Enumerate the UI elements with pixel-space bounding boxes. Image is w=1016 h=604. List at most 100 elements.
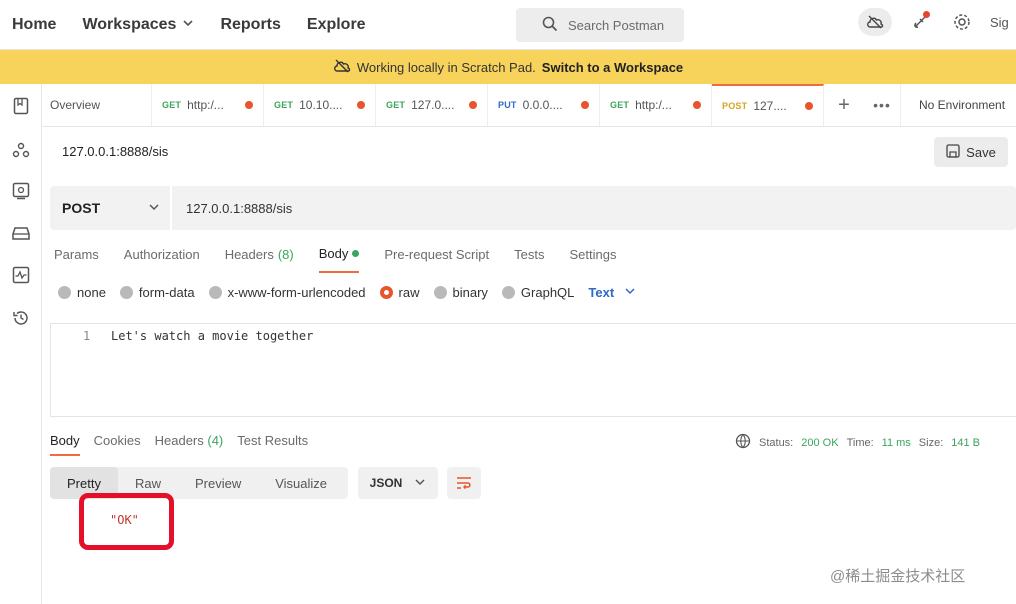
cloud-sync-icon[interactable]: [858, 8, 892, 36]
left-sidebar: [0, 84, 42, 604]
save-label: Save: [966, 144, 996, 160]
tab-prerequest-label: Pre-request Script: [384, 247, 490, 262]
tab-authorization-label: Authorization: [123, 247, 200, 262]
radio-none[interactable]: none: [58, 285, 106, 300]
response-tab-headers[interactable]: Headers (4): [155, 433, 224, 456]
request-title: 127.0.0.1:8888/sis: [62, 144, 169, 159]
response-tab-body-label: Body: [50, 433, 80, 448]
apis-icon[interactable]: [11, 140, 31, 160]
chevron-down-icon: [414, 476, 426, 491]
tab-label: 10.10....: [299, 98, 343, 112]
tab-method-label: GET: [274, 100, 294, 110]
request-tab[interactable]: GET 10.10....: [264, 84, 376, 126]
environments-icon[interactable]: [11, 181, 31, 201]
history-icon[interactable]: [11, 308, 31, 328]
save-button[interactable]: Save: [934, 137, 1008, 167]
response-tab-cookies-label: Cookies: [93, 433, 141, 448]
collections-icon[interactable]: [11, 96, 31, 116]
radio-urlencoded[interactable]: x-www-form-urlencoded: [208, 285, 366, 300]
tab-method-label: GET: [386, 100, 406, 110]
nav-home[interactable]: Home: [12, 16, 56, 34]
request-tab[interactable]: GET http:/...: [152, 84, 264, 126]
tab-params-label: Params: [54, 247, 99, 262]
radio-form-data[interactable]: form-data: [119, 285, 195, 300]
unsaved-dot: [581, 101, 589, 109]
monitors-icon[interactable]: [11, 265, 31, 285]
size-label: Size:: [918, 436, 944, 449]
radio-raw[interactable]: raw: [379, 285, 420, 300]
gear-icon[interactable]: [948, 8, 976, 36]
more-tabs-button[interactable]: •••: [864, 84, 900, 126]
top-icons: Sig: [858, 8, 1016, 36]
request-tab-active[interactable]: POST 127....: [712, 84, 824, 126]
tab-authorization[interactable]: Authorization: [124, 246, 200, 273]
tab-tests[interactable]: Tests: [514, 246, 544, 273]
tab-settings[interactable]: Settings: [569, 246, 616, 273]
banner-text: Working locally in Scratch Pad.: [356, 59, 536, 75]
nav-reports[interactable]: Reports: [220, 16, 280, 34]
unsaved-dot: [357, 101, 365, 109]
request-tab[interactable]: PUT 0.0.0....: [488, 84, 600, 126]
wrap-lines-icon[interactable]: [447, 467, 481, 499]
search-placeholder: Search Postman: [568, 17, 665, 33]
tab-body[interactable]: Body: [318, 246, 360, 273]
tab-headers[interactable]: Headers (8): [225, 246, 294, 273]
search-input[interactable]: Search Postman: [516, 8, 684, 42]
radio-circle: [58, 286, 71, 299]
time-value: 11 ms: [881, 436, 911, 449]
new-tab-button[interactable]: +: [824, 84, 864, 126]
code-line: Let's watch a movie together: [111, 329, 314, 343]
view-visualize[interactable]: Visualize: [258, 467, 344, 499]
nav-workspaces[interactable]: Workspaces: [82, 16, 194, 34]
raw-format-select[interactable]: Text: [588, 285, 636, 300]
radio-binary[interactable]: binary: [433, 285, 488, 300]
tab-label: 0.0.0....: [522, 98, 563, 112]
body-type-options: none form-data x-www-form-urlencoded raw…: [58, 285, 636, 300]
tab-prerequest-script[interactable]: Pre-request Script: [384, 246, 489, 273]
nav-home-label: Home: [12, 15, 57, 33]
request-tab[interactable]: GET http:/...: [600, 84, 712, 126]
url-input[interactable]: 127.0.0.1:8888/sis: [172, 201, 292, 216]
radio-graphql[interactable]: GraphQL: [501, 285, 574, 300]
satellite-icon[interactable]: [906, 8, 934, 36]
method-label: POST: [62, 200, 101, 216]
size-value: 141 B: [951, 436, 981, 449]
tab-label: http:/...: [187, 98, 224, 112]
request-tabs-bar: Overview GET http:/... GET 10.10.... GET…: [42, 84, 1016, 127]
nav-workspaces-label: Workspaces: [82, 15, 177, 33]
switch-workspace-link[interactable]: Switch to a Workspace: [542, 60, 683, 75]
response-format-select[interactable]: JSON: [358, 467, 438, 499]
cloud-off-icon: [333, 59, 351, 76]
response-tab-test-results[interactable]: Test Results: [237, 433, 308, 456]
mock-servers-icon[interactable]: [11, 223, 31, 243]
status-label: Status:: [759, 436, 794, 449]
request-body-editor[interactable]: 1 Let's watch a movie together: [50, 323, 1016, 417]
view-pretty-label: Pretty: [67, 475, 101, 491]
nav-explore[interactable]: Explore: [307, 16, 366, 34]
raw-format-label: Text: [588, 285, 615, 300]
environment-select[interactable]: No Environment: [900, 84, 1016, 126]
tab-method-label: PUT: [498, 100, 517, 110]
tab-overview[interactable]: Overview: [42, 84, 152, 126]
request-tab[interactable]: GET 127.0....: [376, 84, 488, 126]
chevron-down-icon: [624, 285, 636, 300]
tab-tests-label: Tests: [514, 247, 545, 262]
response-tab-body[interactable]: Body: [50, 433, 80, 456]
status-value: 200 OK: [801, 436, 839, 449]
tab-params[interactable]: Params: [54, 246, 99, 273]
radio-urlencoded-label: x-www-form-urlencoded: [227, 285, 366, 300]
body-indicator-dot: [352, 250, 360, 257]
tab-method-label: GET: [610, 100, 630, 110]
tab-method-label: POST: [722, 101, 748, 111]
response-meta: Status: 200 OK Time: 11 ms Size: 141 B: [735, 433, 980, 452]
response-tab-cookies[interactable]: Cookies: [94, 433, 141, 456]
unsaved-dot: [469, 101, 477, 109]
method-select[interactable]: POST: [50, 186, 172, 230]
line-number: 1: [83, 329, 91, 343]
radio-binary-label: binary: [452, 285, 488, 300]
tab-label: 127.0....: [411, 98, 455, 112]
search-icon: [542, 16, 558, 35]
view-preview[interactable]: Preview: [178, 467, 258, 499]
sign-in-link[interactable]: Sig: [990, 15, 1016, 30]
globe-icon[interactable]: [735, 433, 751, 452]
